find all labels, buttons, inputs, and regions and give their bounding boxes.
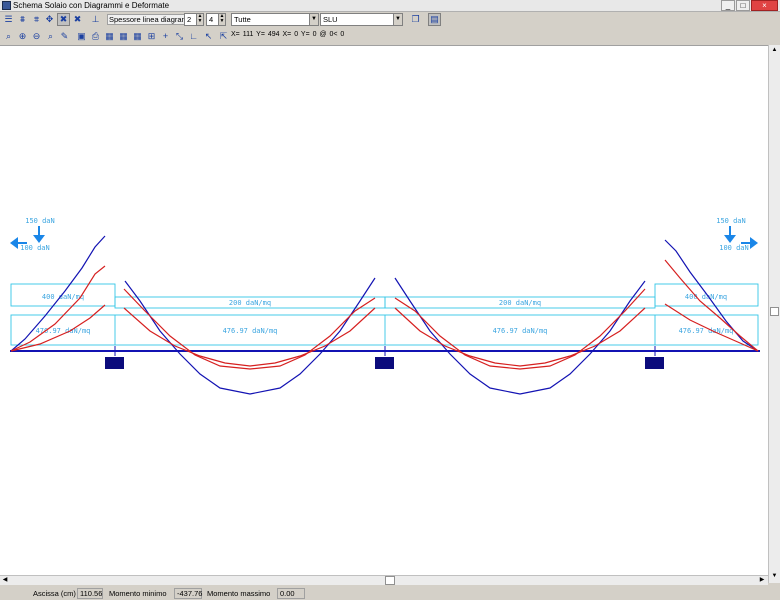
arrow-down-icon — [724, 235, 736, 243]
red-curve-cantilever-right-1 — [664, 259, 759, 352]
grid-small-icon[interactable]: ▦ — [103, 30, 116, 43]
arrow-right-icon — [750, 237, 758, 249]
load-right-vertical-label: 150 daN — [716, 217, 746, 225]
load-case-select[interactable]: Tutte ▼ — [231, 13, 319, 26]
beam-support-icon[interactable]: ⊥ — [89, 13, 102, 26]
measure-icon[interactable]: ∟ — [187, 30, 200, 43]
arrow-left-icon — [10, 237, 18, 249]
band-labels: 400 daN/mq 200 daN/mq 200 daN/mq 400 daN… — [36, 293, 734, 335]
max-moment-label: Momento massimo — [207, 589, 271, 598]
grid-medium-icon[interactable]: ▦ — [117, 30, 130, 43]
load-right: 150 daN 100 daN — [716, 217, 758, 252]
envelope-icon[interactable]: ✖ — [71, 13, 84, 26]
title-bar: Schema Solaio con Diagrammi e Deformate … — [0, 0, 780, 12]
line-thickness-spinner[interactable]: 2 ▲ ▼ — [184, 13, 204, 26]
zoom-window-icon[interactable]: ⌕ — [44, 30, 57, 43]
load-bands — [10, 283, 759, 346]
band-lower — [10, 314, 759, 346]
pan-icon[interactable]: ✎ — [58, 30, 71, 43]
print-icon[interactable]: ⎙ — [89, 30, 102, 43]
zoom-in-icon[interactable]: ⊕ — [16, 30, 29, 43]
arrow-down-icon — [33, 235, 45, 243]
line-thickness-value: 2 — [187, 15, 192, 24]
limit-state-select[interactable]: SLU ▼ — [320, 13, 403, 26]
load-left-horizontal-label: 100 daN — [20, 244, 50, 252]
support-2 — [375, 357, 394, 369]
deformed-shape-icon[interactable]: ✖ — [57, 13, 70, 26]
load-case-value: Tutte — [234, 15, 251, 24]
abscissa-value: 110.56 — [77, 588, 103, 599]
close-button[interactable]: × — [751, 0, 778, 11]
red-curve-span-1b — [123, 307, 376, 367]
grid-toggle-icon[interactable]: ⊞ — [145, 30, 158, 43]
vertical-scrollbar[interactable]: ▲ ▼ — [768, 45, 780, 583]
stack-view-icon[interactable]: ☰ — [2, 13, 15, 26]
chevron-down-icon[interactable]: ▼ — [393, 14, 402, 25]
zoom-fit-icon[interactable]: ⌕ — [2, 30, 15, 43]
min-moment-value: -437.76 — [174, 588, 202, 599]
dimension-icon[interactable]: ⇱ — [217, 30, 230, 43]
load-left-vertical-label: 150 daN — [25, 217, 55, 225]
minimize-button[interactable]: _ — [721, 0, 735, 11]
status-bar: Ascissa (cm) 110.56 Momento minimo -437.… — [0, 587, 780, 600]
band-lower-label-2: 476.97 daN/mq — [223, 327, 278, 335]
grid-large-icon[interactable]: ▦ — [131, 30, 144, 43]
band-upper-label-2: 200 daN/mq — [229, 299, 271, 307]
diagram-scale-spinner[interactable]: 4 ▲ ▼ — [206, 13, 226, 26]
window-title: Schema Solaio con Diagrammi e Deformate — [13, 1, 170, 10]
zoom-out-icon[interactable]: ⊖ — [30, 30, 43, 43]
chevron-down-icon[interactable]: ▼ — [309, 14, 318, 25]
slab-diagram: 400 daN/mq 200 daN/mq 200 daN/mq 400 daN… — [10, 217, 760, 395]
maximize-button[interactable]: □ — [736, 0, 750, 11]
scroll-thumb[interactable] — [385, 576, 395, 585]
scroll-down-icon[interactable]: ▼ — [769, 571, 780, 581]
toolbar-main: ☰ ⩩ ⩨ ✥ ✖ ✖ ⊥ Spessore linea diagrammi 2… — [0, 12, 780, 28]
arrows-diagram-icon[interactable]: ✥ — [43, 13, 56, 26]
axes-icon[interactable]: ⤡ — [173, 30, 186, 43]
horizontal-scrollbar[interactable]: ◀ ▶ — [0, 575, 768, 585]
band-upper-label-3: 200 daN/mq — [499, 299, 541, 307]
load-left: 150 daN 100 daN — [10, 217, 55, 252]
blue-curve-span-1 — [124, 277, 376, 395]
blue-curve-span-2 — [394, 277, 646, 395]
band-lower-label-3: 476.97 daN/mq — [493, 327, 548, 335]
toolbar-view: ⌕ ⊕ ⊖ ⌕ ✎ ▣ ⎙ ▦ ▦ ▦ ⊞ + ⤡ ∟ ↖ ⇱ X= 111 Y… — [0, 29, 398, 45]
limit-state-value: SLU — [323, 15, 338, 24]
shear-diagram-icon[interactable]: ⩨ — [30, 13, 43, 26]
scroll-right-icon[interactable]: ▶ — [757, 576, 767, 585]
load-right-horizontal-label: 100 daN — [719, 244, 749, 252]
app-icon — [2, 1, 11, 10]
scroll-up-icon[interactable]: ▲ — [769, 45, 780, 55]
drawing-canvas[interactable]: 400 daN/mq 200 daN/mq 200 daN/mq 400 daN… — [0, 45, 768, 575]
min-moment-label: Momento minimo — [109, 589, 167, 598]
red-curve-span-2b — [394, 307, 646, 367]
diagram-scale-value: 4 — [209, 15, 214, 24]
spinner-arrows-icon[interactable]: ▲ ▼ — [218, 14, 225, 25]
scroll-left-icon[interactable]: ◀ — [0, 576, 10, 585]
moment-diagram-icon[interactable]: ⩩ — [16, 13, 29, 26]
max-moment-value: 0.00 — [277, 588, 305, 599]
select-arrow-icon[interactable]: ↖ — [202, 30, 215, 43]
cursor-coordinates: X= 111 Y= 494 X= 0 Y= 0 @ 0< 0 — [231, 31, 345, 38]
spinner-arrows-icon[interactable]: ▲ ▼ — [196, 14, 203, 25]
crosshair-icon[interactable]: + — [159, 30, 172, 43]
settings-icon[interactable]: ▤ — [428, 13, 441, 26]
scroll-thumb[interactable] — [770, 307, 779, 316]
save-icon[interactable]: ▣ — [75, 30, 88, 43]
support-3 — [645, 357, 664, 369]
copy-icon[interactable]: ❐ — [409, 13, 422, 26]
support-1 — [105, 357, 124, 369]
abscissa-label: Ascissa (cm) — [33, 589, 76, 598]
